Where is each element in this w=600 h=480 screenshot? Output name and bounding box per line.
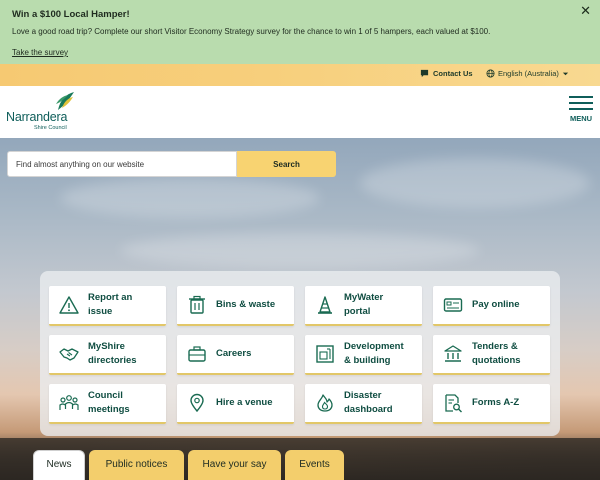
tab-events[interactable]: Events — [285, 450, 344, 480]
survey-link[interactable]: Take the survey — [12, 48, 68, 57]
tile-label-line2: quotations — [472, 355, 521, 366]
card-icon — [443, 298, 463, 312]
tile-label: Pay online — [472, 298, 520, 312]
tile-label-line1: Forms A-Z — [472, 397, 520, 408]
search-button[interactable]: Search — [237, 151, 336, 177]
cone-icon — [318, 296, 332, 314]
alert-title: Win a $100 Local Hamper! — [12, 9, 130, 20]
tile-label-line1: Bins & waste — [216, 299, 276, 310]
hero-section: Search Report an issue Bins & waste MyWat… — [0, 138, 600, 480]
tile-label: MyWater portal — [344, 291, 383, 319]
cloud — [360, 158, 590, 208]
location-pin-icon — [190, 393, 204, 413]
tile-development-building[interactable]: Development & building — [305, 335, 422, 375]
warning-icon — [59, 296, 79, 314]
tab-news[interactable]: News — [33, 450, 85, 480]
tile-tenders-quotations[interactable]: Tenders & quotations — [433, 335, 550, 375]
tile-label: Report an issue — [88, 291, 132, 319]
tile-label-line1: Pay online — [472, 299, 520, 310]
tile-label: Careers — [216, 347, 251, 361]
briefcase-icon — [188, 346, 206, 362]
tile-mywater-portal[interactable]: MyWater portal — [305, 286, 422, 326]
search-input[interactable] — [16, 159, 228, 169]
document-icon — [444, 345, 462, 362]
handshake-icon — [59, 348, 79, 361]
globe-icon — [486, 69, 495, 78]
utility-bar: Contact Us English (Australia) — [0, 64, 600, 86]
tile-pay-online[interactable]: Pay online — [433, 286, 550, 326]
tile-label-line1: MyWater — [344, 292, 384, 303]
tile-council-meetings[interactable]: Council meetings — [49, 384, 166, 424]
blueprint-icon — [316, 345, 334, 363]
tile-label-line1: MyShire — [88, 341, 125, 352]
tile-label-line1: Tenders & — [472, 341, 518, 352]
search-field[interactable] — [7, 151, 237, 177]
tile-label-line2: portal — [344, 306, 371, 317]
tab-public-notices[interactable]: Public notices — [89, 450, 184, 480]
tile-label-line1: Council — [88, 390, 123, 401]
chat-icon — [420, 69, 429, 78]
alert-banner: Win a $100 Local Hamper! Love a good roa… — [0, 0, 600, 64]
tile-hire-venue[interactable]: Hire a venue — [177, 384, 294, 424]
tile-label: Tenders & quotations — [472, 340, 521, 368]
language-label: English (Australia) — [498, 69, 559, 78]
tile-label-line1: Report an — [88, 292, 133, 303]
tile-label-line2: dashboard — [344, 404, 393, 415]
contact-us-label: Contact Us — [433, 69, 473, 78]
hamburger-bar — [569, 102, 593, 104]
tile-disaster-dashboard[interactable]: Disaster dashboard — [305, 384, 422, 424]
menu-button[interactable]: MENU — [569, 96, 593, 123]
council-logo[interactable]: Narrandera Shire Council — [6, 90, 86, 134]
tile-myshire-directories[interactable]: MyShire directories — [49, 335, 166, 375]
tab-have-your-say[interactable]: Have your say — [188, 450, 281, 480]
tile-label-line2: issue — [88, 306, 113, 317]
people-icon — [59, 395, 79, 410]
chevron-down-icon — [562, 72, 568, 76]
tile-label: Disaster dashboard — [344, 389, 393, 417]
tile-label-line2: meetings — [88, 404, 130, 415]
form-search-icon — [445, 394, 462, 413]
cloud — [60, 178, 320, 218]
tile-label-line1: Careers — [216, 348, 252, 359]
close-alert-button[interactable]: ✕ — [580, 4, 591, 17]
tile-careers[interactable]: Careers — [177, 335, 294, 375]
tile-label: Bins & waste — [216, 298, 275, 312]
logo-name: Narrandera — [6, 110, 68, 124]
tile-forms-az[interactable]: Forms A-Z — [433, 384, 550, 424]
quick-links-panel: Report an issue Bins & waste MyWater porta… — [40, 271, 560, 436]
fire-icon — [317, 394, 333, 412]
language-selector[interactable]: English (Australia) — [486, 69, 569, 78]
tile-label: MyShire directories — [88, 340, 137, 368]
tile-label-line2: & building — [344, 355, 391, 366]
menu-label: MENU — [569, 114, 593, 123]
hamburger-bar — [569, 108, 593, 110]
tile-label-line1: Disaster — [344, 390, 382, 401]
logo-subtitle: Shire Council — [34, 125, 67, 131]
tile-label-line2: directories — [88, 355, 137, 366]
tile-label-line1: Development — [344, 341, 404, 352]
site-header: Narrandera Shire Council MENU — [0, 86, 600, 138]
tile-bins-waste[interactable]: Bins & waste — [177, 286, 294, 326]
hamburger-icon — [569, 96, 593, 98]
tile-label: Forms A-Z — [472, 396, 519, 410]
tile-label: Council meetings — [88, 389, 130, 417]
tile-label-line1: Hire a venue — [216, 397, 273, 408]
tile-label: Development & building — [344, 340, 404, 368]
tile-label: Hire a venue — [216, 396, 273, 410]
cloud — [120, 233, 480, 268]
contact-us-link[interactable]: Contact Us — [420, 69, 473, 78]
bin-icon — [189, 295, 205, 314]
alert-text: Love a good road trip? Complete our shor… — [12, 27, 491, 36]
leaf-logo-icon — [56, 92, 74, 110]
tile-report-issue[interactable]: Report an issue — [49, 286, 166, 326]
